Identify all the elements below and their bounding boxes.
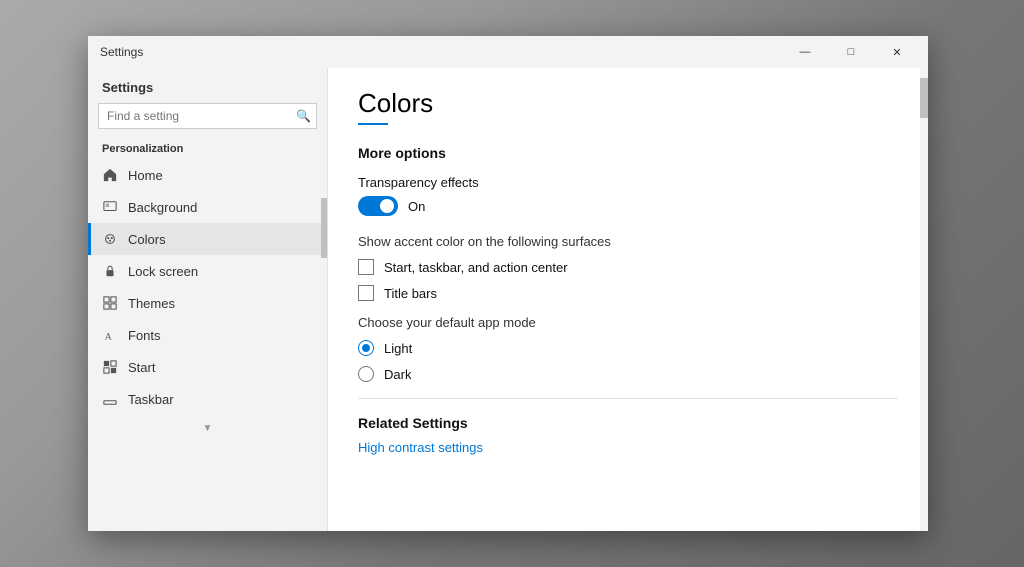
radio-dark[interactable]	[358, 366, 374, 382]
title-underline	[358, 123, 388, 125]
background-icon	[102, 199, 118, 215]
checkbox-row-titlebars: Title bars	[358, 285, 898, 301]
more-options-title: More options	[358, 145, 898, 161]
themes-icon	[102, 295, 118, 311]
radio-row-light: Light	[358, 340, 898, 356]
sidebar-item-home[interactable]: Home	[88, 159, 327, 191]
taskbar-icon	[102, 391, 118, 407]
radio-dark-label: Dark	[384, 367, 411, 382]
checkbox-titlebars[interactable]	[358, 285, 374, 301]
related-settings-title: Related Settings	[358, 415, 898, 431]
window-controls: — □ ✕	[782, 36, 920, 68]
main-scrollbar[interactable]	[920, 68, 928, 531]
accent-color-label: Show accent color on the following surfa…	[358, 234, 898, 249]
transparency-label: Transparency effects	[358, 175, 898, 190]
sidebar-item-background[interactable]: Background	[88, 191, 327, 223]
minimize-button[interactable]: —	[782, 36, 828, 68]
sidebar-item-themes-label: Themes	[128, 296, 175, 311]
transparency-toggle-row: On	[358, 196, 898, 216]
sidebar-item-background-label: Background	[128, 200, 197, 215]
title-bar: Settings — □ ✕	[88, 36, 928, 68]
fonts-icon: A	[102, 327, 118, 343]
sidebar-item-start[interactable]: Start	[88, 351, 327, 383]
related-settings-section: Related Settings High contrast settings	[358, 398, 898, 457]
sidebar-item-fonts[interactable]: A Fonts	[88, 319, 327, 351]
checkbox-taskbar-label: Start, taskbar, and action center	[384, 260, 568, 275]
transparency-toggle[interactable]	[358, 196, 398, 216]
transparency-state: On	[408, 199, 425, 214]
sidebar-section-label: Personalization	[88, 137, 327, 159]
sidebar-item-themes[interactable]: Themes	[88, 287, 327, 319]
main-scrollbar-thumb[interactable]	[920, 78, 928, 118]
checkbox-row-taskbar: Start, taskbar, and action center	[358, 259, 898, 275]
app-mode-label: Choose your default app mode	[358, 315, 898, 330]
sidebar-scrollbar-thumb[interactable]	[321, 198, 327, 258]
window-body: Settings 🔍 Personalization Home Backgrou…	[88, 68, 928, 531]
sidebar-scrollbar[interactable]	[321, 68, 327, 531]
start-icon	[102, 359, 118, 375]
home-icon	[102, 167, 118, 183]
sidebar-header: Settings	[88, 68, 327, 103]
svg-text:A: A	[105, 331, 112, 342]
sidebar-item-taskbar[interactable]: Taskbar	[88, 383, 327, 415]
sidebar-scroll-down: ▼	[88, 415, 327, 442]
sidebar: Settings 🔍 Personalization Home Backgrou…	[88, 68, 328, 531]
radio-light[interactable]	[358, 340, 374, 356]
settings-window: Settings — □ ✕ Settings 🔍 Personalizatio…	[88, 36, 928, 531]
window-title: Settings	[100, 45, 143, 59]
search-input[interactable]	[98, 103, 317, 129]
sidebar-item-lock-screen[interactable]: Lock screen	[88, 255, 327, 287]
sidebar-item-start-label: Start	[128, 360, 155, 375]
sidebar-item-colors-label: Colors	[128, 232, 166, 247]
radio-light-label: Light	[384, 341, 412, 356]
sidebar-item-colors[interactable]: Colors	[88, 223, 327, 255]
content-scroll[interactable]: Colors More options Transparency effects…	[328, 68, 928, 531]
sidebar-item-lock-label: Lock screen	[128, 264, 198, 279]
search-icon: 🔍	[296, 109, 311, 123]
search-box: 🔍	[98, 103, 317, 129]
radio-row-dark: Dark	[358, 366, 898, 382]
sidebar-item-taskbar-label: Taskbar	[128, 392, 174, 407]
close-button[interactable]: ✕	[874, 36, 920, 68]
checkbox-titlebars-label: Title bars	[384, 286, 437, 301]
high-contrast-link[interactable]: High contrast settings	[358, 440, 483, 455]
checkbox-taskbar[interactable]	[358, 259, 374, 275]
lock-icon	[102, 263, 118, 279]
sidebar-item-home-label: Home	[128, 168, 163, 183]
sidebar-item-fonts-label: Fonts	[128, 328, 161, 343]
colors-icon	[102, 231, 118, 247]
page-title: Colors	[358, 88, 898, 119]
maximize-button[interactable]: □	[828, 36, 874, 68]
main-content: Colors More options Transparency effects…	[328, 68, 928, 531]
toggle-thumb	[380, 199, 394, 213]
